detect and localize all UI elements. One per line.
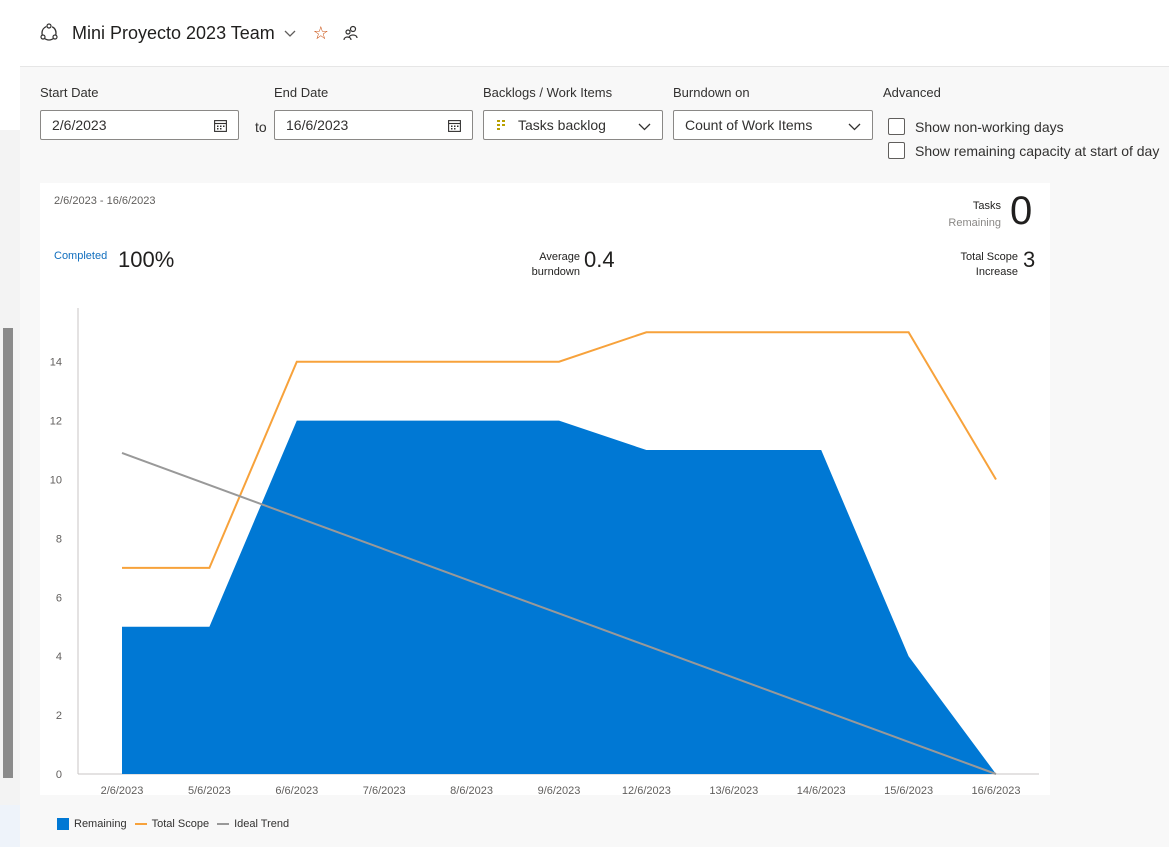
burndown-on-value: Count of Work Items (685, 117, 813, 133)
y-tick-label: 14 (50, 357, 62, 369)
y-tick-label: 0 (56, 769, 62, 781)
y-tick-label: 10 (50, 475, 62, 487)
backlog-dropdown[interactable]: Tasks backlog (483, 110, 663, 140)
end-date-value: 16/6/2023 (286, 117, 349, 133)
x-tick-label: 8/6/2023 (450, 785, 493, 795)
left-nav-strip (0, 0, 20, 130)
x-tick-label: 9/6/2023 (538, 785, 581, 795)
team-dropdown-chevron-icon[interactable] (283, 26, 297, 40)
y-tick-label: 2 (56, 710, 62, 722)
y-tick-label: 4 (56, 651, 62, 663)
x-tick-label: 7/6/2023 (363, 785, 406, 795)
legend-label-ideal-trend: Ideal Trend (234, 818, 290, 830)
legend-label-total-scope: Total Scope (151, 818, 210, 830)
left-panel-footer (0, 805, 20, 847)
x-tick-label: 5/6/2023 (188, 785, 231, 795)
remaining-capacity-checkbox[interactable] (888, 142, 905, 159)
chevron-down-icon (848, 123, 861, 131)
nonworking-days-option[interactable]: Show non-working days (888, 118, 1064, 135)
x-tick-label: 6/6/2023 (275, 785, 318, 795)
legend-item-remaining[interactable]: Remaining (57, 818, 127, 830)
remaining-capacity-label: Show remaining capacity at start of day (915, 142, 1160, 159)
to-label: to (255, 119, 267, 135)
calendar-icon[interactable] (448, 119, 461, 132)
page-header: Mini Proyecto 2023 Team ☆ (20, 0, 1169, 67)
legend-item-total-scope[interactable]: Total Scope (134, 818, 210, 830)
x-tick-label: 14/6/2023 (797, 785, 846, 795)
team-icon (40, 23, 58, 41)
x-tick-label: 15/6/2023 (884, 785, 933, 795)
burndown-card: 2/6/2023 - 16/6/2023 Completed 100% Aver… (40, 183, 1050, 795)
legend-label-remaining: Remaining (74, 818, 127, 830)
burndown-on-dropdown[interactable]: Count of Work Items (673, 110, 873, 140)
legend-swatch-remaining (57, 818, 69, 830)
burndown-chart: 0 2 4 6 8 10 12 14 2/6/2023 5/6/2023 6/6/2023 7/6/2… (50, 308, 1039, 795)
x-tick-label: 13/6/2023 (709, 785, 758, 795)
chart-legend: Remaining Total Scope Ideal Trend (57, 818, 297, 830)
series-area-remaining (122, 420, 996, 774)
y-tick-label: 12 (50, 416, 62, 428)
burndown-on-label: Burndown on (673, 85, 750, 100)
start-date-field[interactable]: 2/6/2023 (40, 110, 239, 140)
advanced-label: Advanced (883, 85, 941, 100)
legend-swatch-total-scope (134, 823, 147, 825)
x-tick-label: 12/6/2023 (622, 785, 671, 795)
x-tick-label: 16/6/2023 (972, 785, 1021, 795)
backlog-label: Backlogs / Work Items (483, 85, 613, 100)
y-tick-label: 8 (56, 533, 62, 545)
filter-bar: Start Date 2/6/2023 to End Date 16/6/202… (20, 68, 1169, 178)
left-scrollbar[interactable] (3, 328, 13, 778)
team-members-icon[interactable] (343, 25, 359, 41)
x-tick-label: 2/6/2023 (101, 785, 144, 795)
nonworking-days-checkbox[interactable] (888, 118, 905, 135)
end-date-field[interactable]: 16/6/2023 (274, 110, 473, 140)
remaining-capacity-option[interactable]: Show remaining capacity at start of day (888, 142, 1159, 159)
start-date-value: 2/6/2023 (52, 117, 107, 133)
chevron-down-icon (638, 123, 651, 131)
nonworking-days-label: Show non-working days (915, 118, 1064, 135)
backlog-icon (497, 120, 505, 130)
backlog-value: Tasks backlog (518, 117, 606, 133)
y-tick-label: 6 (56, 592, 62, 604)
favorite-star-icon[interactable]: ☆ (313, 23, 329, 44)
calendar-icon[interactable] (214, 119, 227, 132)
legend-item-ideal-trend[interactable]: Ideal Trend (217, 818, 289, 830)
start-date-label: Start Date (40, 85, 99, 100)
team-name: Mini Proyecto 2023 Team (72, 22, 275, 43)
end-date-label: End Date (274, 85, 329, 100)
legend-swatch-ideal-trend (217, 823, 230, 825)
